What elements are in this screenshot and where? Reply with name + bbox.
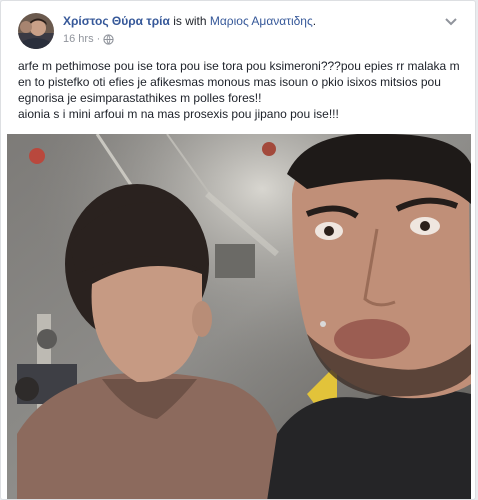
chevron-down-icon[interactable] [443, 15, 459, 27]
avatar[interactable] [18, 13, 54, 49]
globe-icon[interactable] [103, 33, 114, 45]
tagged-suffix: . [312, 14, 317, 28]
post-body: arfe m pethimose pou ise tora pou ise to… [18, 58, 468, 122]
post-card: Χρίστος Θύρα τρία is with Μαριος Αμανατι… [0, 0, 476, 500]
with-text: is with [173, 14, 207, 28]
meta-separator: · [96, 33, 101, 45]
author-name-link[interactable]: Χρίστος Θύρα τρία [63, 14, 170, 28]
post-meta: 16 hrs · [63, 33, 114, 45]
post-header: Χρίστος Θύρα τρία is with Μαριος Αμανατι… [13, 11, 465, 51]
tagged-user-link[interactable]: Μαριος Αμανατιδης [210, 14, 313, 28]
post-text-paragraph: arfe m pethimose pou ise tora pou ise to… [18, 59, 460, 105]
timestamp-link[interactable]: 16 hrs [63, 33, 94, 45]
author-line: Χρίστος Θύρα τρία is with Μαριος Αμανατι… [63, 14, 316, 28]
post-photo[interactable] [7, 134, 471, 499]
post-text-paragraph: aionia s i mini arfoui m na mas prosexis… [18, 107, 339, 121]
